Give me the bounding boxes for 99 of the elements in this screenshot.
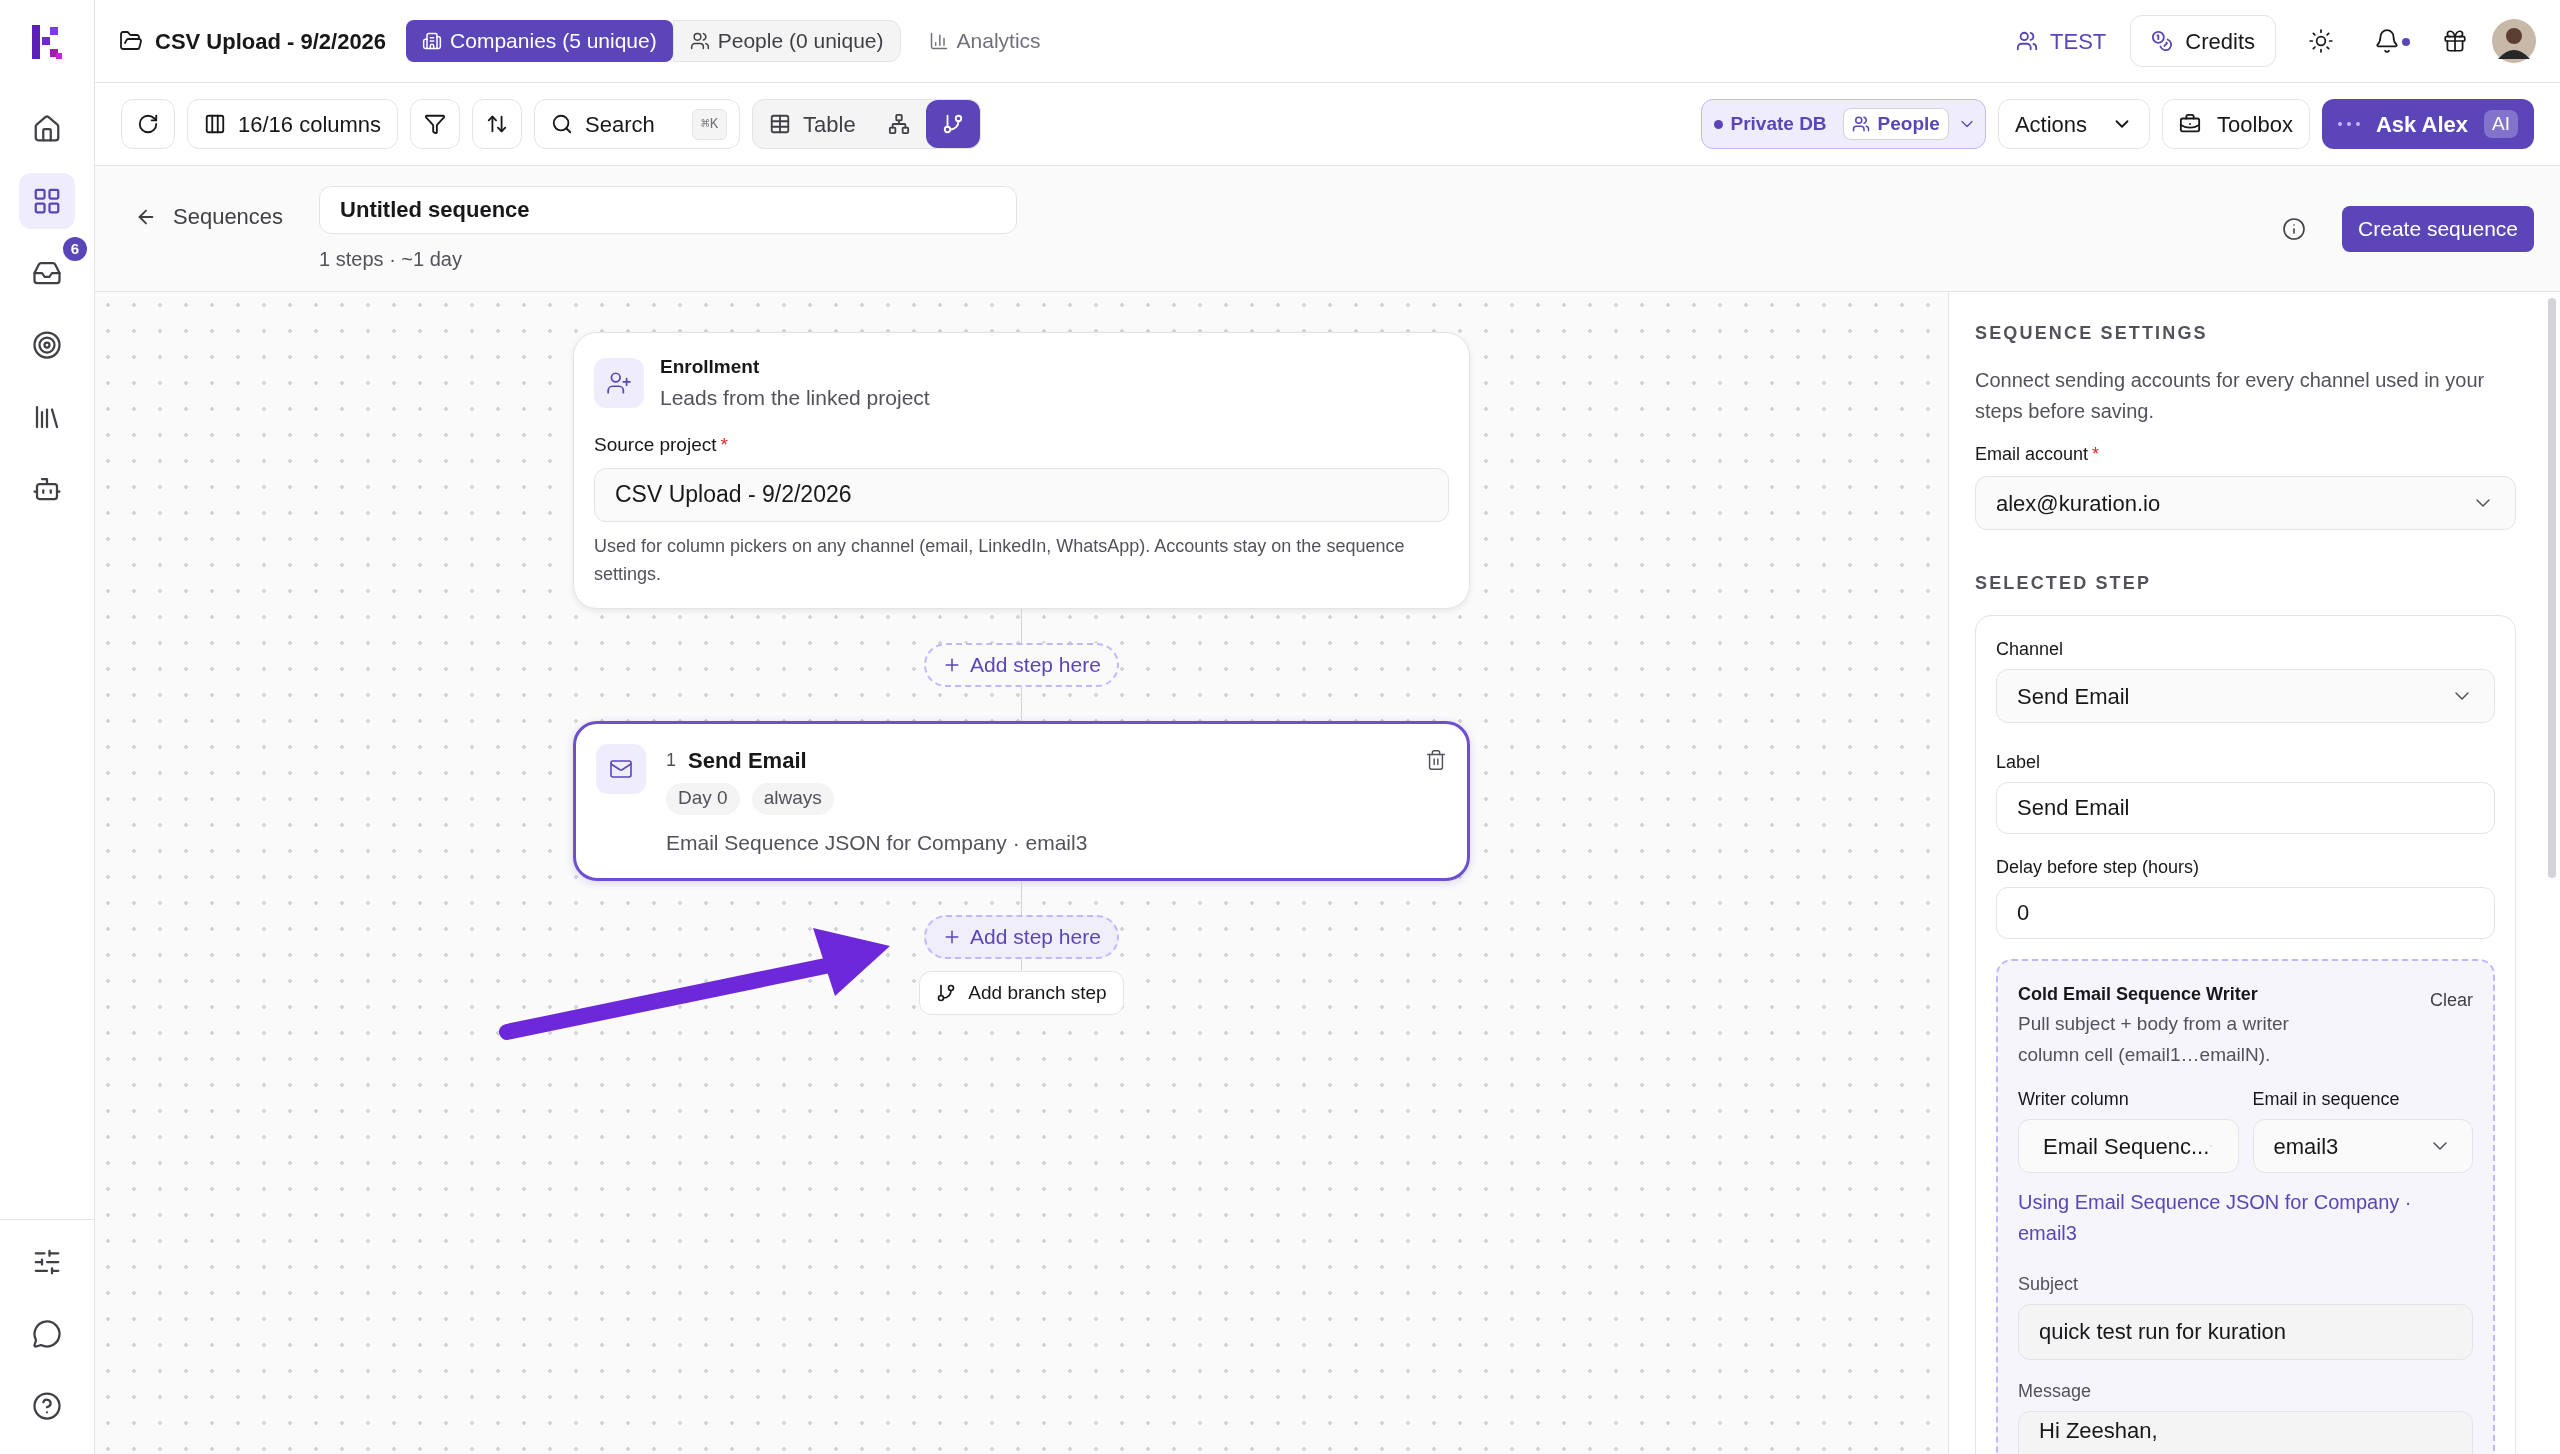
toolbox-button[interactable]: Toolbox (2162, 99, 2310, 149)
hierarchy-icon (887, 113, 910, 135)
info-icon[interactable] (2282, 217, 2307, 241)
people-icon (689, 31, 710, 51)
add-step-button[interactable]: Add step here (924, 915, 1119, 959)
field-label: Email account (1975, 443, 2089, 466)
writer-source-note: Using Email Sequence JSON for Company · email3 (2018, 1190, 2413, 1246)
badge-count: 6 (63, 237, 87, 261)
bar-chart-icon (928, 31, 949, 51)
toolbox-icon (2179, 113, 2202, 135)
view-toggle[interactable] (925, 100, 980, 148)
field-label: Delay before step (hours) (1996, 856, 2201, 879)
subject-field[interactable]: quick test run for kuration (2018, 1304, 2473, 1360)
help-text: Used for column pickers on any channel (email, LinkedIn, WhatsApp). Accounts stay on the sequence settings. (594, 534, 1406, 586)
field-label: Writer column (2018, 1088, 2130, 1111)
people-icon (1851, 115, 1870, 133)
channel-select[interactable]: Send Email (1996, 669, 2495, 723)
view-tab[interactable]: Companies (5 unique) (406, 20, 673, 62)
step-tag: Day 0 (666, 782, 740, 815)
step-detail: Email Sequence JSON for Company · email3 (666, 829, 1089, 856)
source-project-field[interactable]: CSV Upload - 9/2/2026 (594, 467, 1449, 522)
section-heading: SELECTED STEP (1975, 572, 2153, 595)
field-label: Channel (1996, 638, 2065, 661)
email-select[interactable]: email3 (2252, 1119, 2473, 1173)
sort-button[interactable] (472, 99, 523, 149)
ask-ai-button[interactable]: Ask Alex AI (2321, 99, 2534, 149)
create-sequence-button[interactable]: Create sequence (2342, 206, 2534, 252)
search-button[interactable]: Search ⌘K (534, 99, 741, 149)
refresh-icon (137, 113, 159, 135)
shortcut-key: ⌘K (692, 108, 728, 140)
logo-icon[interactable] (30, 22, 64, 61)
add-user-icon (594, 358, 644, 408)
database-selector[interactable]: Private DB People (1700, 99, 1986, 149)
scrollbar[interactable] (2548, 298, 2556, 878)
view-tab[interactable]: People (0 unique) (672, 20, 901, 62)
columns-button[interactable]: 16/16 columns (187, 99, 399, 149)
enrollment-card[interactable]: Enrollment Leads from the linked project Source project * CSV Upload - 9/2/2026 Used for column pickers on any channel (email, LinkedIn, WhatsApp). Accounts stay on the sequence settings. (573, 332, 1470, 609)
theme-icon[interactable] (2308, 28, 2334, 54)
field-label: Subject (2018, 1273, 2080, 1296)
step-card[interactable]: 1 Send Email Day 0 always Email Sequence JSON for Company · email3 (573, 720, 1470, 881)
add-branch-button[interactable]: Add branch step (919, 971, 1124, 1015)
add-step-button[interactable]: Add step here (924, 642, 1119, 687)
filter-button[interactable] (410, 99, 461, 149)
field-label: Email in sequence (2252, 1088, 2401, 1111)
target-icon (32, 330, 62, 360)
entity-chip: People (1842, 108, 1949, 140)
step-title: Send Email (688, 746, 807, 775)
home-icon (32, 114, 62, 144)
chat-icon (32, 1319, 62, 1349)
workspace-button[interactable]: TEST (2016, 24, 2107, 58)
writer-title: Cold Email Sequence Writer (2018, 983, 2259, 1006)
step-number: 1 (666, 748, 676, 772)
trash-icon[interactable] (1425, 749, 1447, 771)
dots-icon (2337, 122, 2360, 126)
step-tag: always (751, 782, 834, 815)
required-mark: * (720, 433, 728, 457)
building-icon (422, 31, 443, 51)
view-tab[interactable]: Analytics (912, 20, 1057, 62)
clear-button[interactable]: Clear (2430, 987, 2473, 1014)
writer-description: Pull subject + body from a writer column cell (email1…emailN). (2018, 1012, 2290, 1067)
card-subtitle: Leads from the linked project (660, 384, 930, 411)
back-link[interactable]: Sequences (135, 200, 284, 233)
mail-icon (596, 743, 646, 794)
coins-icon (2151, 30, 2174, 52)
folder-icon (119, 29, 143, 53)
branch-icon (941, 113, 964, 135)
delay-field[interactable]: 0 (1996, 887, 2495, 939)
label-field[interactable]: Send Email (1996, 782, 2495, 834)
sequence-summary: 1 steps · ~1 day (319, 247, 463, 272)
sidebar-item[interactable] (19, 173, 75, 229)
sort-icon (486, 113, 509, 135)
field-label: Source project (594, 433, 717, 457)
section-description: Connect sending accounts for every channel used in your steps before saving. (1975, 368, 2486, 424)
card-title: Enrollment (660, 355, 761, 379)
help-icon (32, 1391, 62, 1421)
avatar[interactable] (2492, 19, 2536, 63)
project-title: CSV Upload - 9/2/2026 (155, 27, 387, 56)
message-field[interactable]: Hi Zeeshan, (2018, 1411, 2473, 1454)
ai-badge: AI (2484, 109, 2518, 139)
people-icon (2016, 30, 2039, 52)
section-heading: SEQUENCE SETTINGS (1975, 322, 2209, 345)
search-icon (551, 113, 574, 135)
gift-icon[interactable] (2442, 28, 2468, 54)
sliders-icon (32, 1247, 62, 1277)
required-mark: * (2092, 443, 2100, 466)
sequence-name-field[interactable]: Untitled sequence (319, 186, 1018, 234)
notifications-icon[interactable] (2374, 28, 2410, 54)
email-account-select[interactable]: alex@kuration.io (1975, 476, 2516, 530)
actions-button[interactable]: Actions (1997, 99, 2151, 149)
refresh-button[interactable] (121, 99, 175, 149)
branch-icon (936, 983, 957, 1003)
grid-icon (32, 186, 62, 216)
columns-icon (204, 113, 226, 135)
field-label: Message (2018, 1380, 2093, 1403)
writer-column-select[interactable]: Email Sequenc... (2018, 1119, 2239, 1173)
table-icon (769, 113, 792, 135)
filter-icon (424, 113, 447, 135)
credits-button[interactable]: Credits (2130, 15, 2276, 67)
field-label: Label (1996, 751, 2042, 774)
